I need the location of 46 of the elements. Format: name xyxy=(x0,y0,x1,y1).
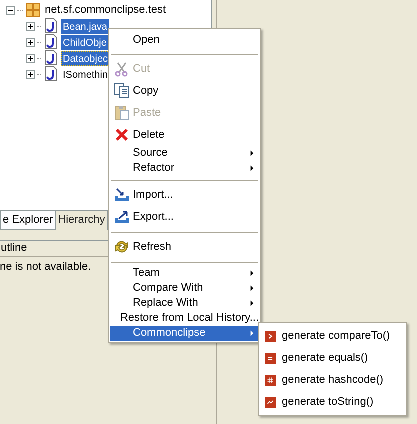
wave-icon xyxy=(265,396,276,408)
menu-item[interactable]: generate equals() xyxy=(259,347,406,369)
menu-item[interactable]: Replace With xyxy=(110,296,259,311)
hash-icon xyxy=(265,374,276,386)
menu-item[interactable]: Open xyxy=(110,30,259,50)
scissors-icon xyxy=(114,61,130,77)
import-icon xyxy=(114,187,130,203)
expand-toggle[interactable] xyxy=(26,70,35,78)
menu-item[interactable]: generate toString() xyxy=(259,391,406,413)
menu-item[interactable]: Refactor xyxy=(110,161,259,176)
menu-item[interactable]: Team xyxy=(110,266,259,281)
expand-toggle[interactable] xyxy=(26,38,35,46)
clipboard-icon xyxy=(114,105,130,121)
delete-icon xyxy=(114,127,130,143)
menu-item[interactable]: Refresh xyxy=(110,236,259,258)
expand-toggle[interactable] xyxy=(26,54,35,62)
refresh-icon xyxy=(114,239,130,255)
menu-item[interactable]: Source xyxy=(110,146,259,161)
java-file-icon xyxy=(43,18,59,34)
menu-item[interactable]: Delete xyxy=(110,124,259,146)
menu-item[interactable]: Compare With xyxy=(110,281,259,296)
expand-toggle[interactable] xyxy=(26,22,35,30)
panel-title: utline xyxy=(1,241,28,256)
menu-item[interactable]: Commonclipse xyxy=(110,326,259,341)
tab[interactable]: e Explorer xyxy=(0,211,56,230)
tree-item[interactable]: Dataobjec xyxy=(61,50,110,66)
menu-item[interactable]: Export... xyxy=(110,206,259,228)
equals-icon xyxy=(265,352,276,364)
java-file-icon xyxy=(43,66,59,82)
tree-item[interactable]: Bean.java xyxy=(61,18,110,34)
panel-message: ne is not available. xyxy=(0,261,92,273)
copy-icon xyxy=(114,83,130,99)
java-file-icon xyxy=(43,34,59,50)
greater-than-icon xyxy=(265,330,276,342)
tree-item[interactable]: net.sf.commonclipse.test xyxy=(43,2,168,18)
java-file-icon xyxy=(43,50,59,66)
menu-item[interactable]: Restore from Local History... xyxy=(110,311,259,326)
tree-item[interactable]: ChildObje xyxy=(61,34,109,50)
package-icon xyxy=(25,2,41,18)
menu-item[interactable]: Copy xyxy=(110,80,259,102)
collapse-toggle[interactable] xyxy=(6,6,15,14)
menu-item[interactable]: generate hashcode() xyxy=(259,369,406,391)
menu-item[interactable]: Import... xyxy=(110,184,259,206)
export-icon xyxy=(114,209,130,225)
tree-item[interactable]: ISomethin xyxy=(61,66,110,82)
menu-item[interactable]: generate compareTo() xyxy=(259,325,406,347)
